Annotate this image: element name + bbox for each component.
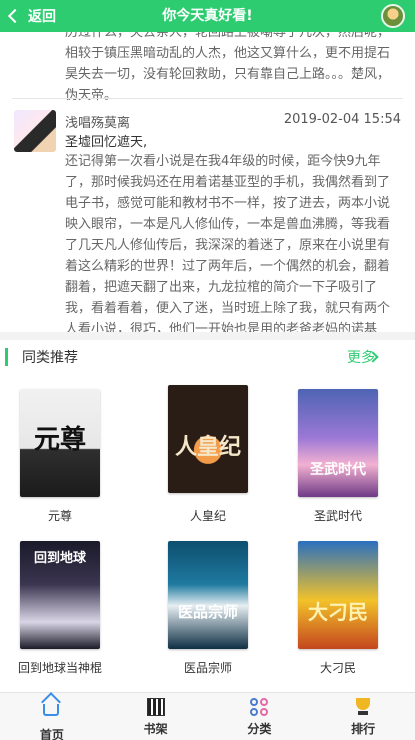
cover-title: 元尊 xyxy=(33,425,86,455)
back-button[interactable]: 返回 xyxy=(7,0,56,32)
top-bar: 你今天真好看! 返回 xyxy=(0,0,415,32)
comment-time: 2019-02-04 15:54 xyxy=(283,112,401,127)
bottom-nav: 首页 书架 分类 排行 xyxy=(0,692,415,740)
commenter-avatar[interactable] xyxy=(14,110,56,152)
commenter-name[interactable]: 浅唱殇莫离 xyxy=(65,112,130,131)
nav-category[interactable]: 分类 xyxy=(208,693,312,740)
trophy-icon xyxy=(354,698,372,716)
category-icon xyxy=(250,698,269,716)
cover-title: 圣武时代 xyxy=(310,462,366,478)
page-title: 你今天真好看! xyxy=(162,8,253,24)
book-cover[interactable]: 人皇纪 xyxy=(168,385,248,493)
book-cover[interactable]: 回到地球 xyxy=(20,541,100,649)
nav-home-label: 首页 xyxy=(39,728,64,740)
book-title[interactable]: 元尊 xyxy=(0,507,120,524)
book-title[interactable]: 医品宗师 xyxy=(148,659,268,676)
recommend-title: 同类推荐 xyxy=(22,350,78,366)
book-item[interactable]: 圣武时代 圣武时代 xyxy=(278,389,398,524)
book-title[interactable]: 人皇纪 xyxy=(148,507,268,524)
previous-comment-text: 历过什么，失去亲人，轮回路上被嘲辱了几次，然后呢，相较于镇压黑暗动乱的人杰，他这… xyxy=(65,32,391,103)
comment-divider xyxy=(12,98,403,99)
user-avatar[interactable] xyxy=(381,4,405,28)
cover-title: 大刁民 xyxy=(308,600,368,624)
section-accent-bar xyxy=(5,348,8,366)
section-divider xyxy=(0,332,415,340)
nav-rank[interactable]: 排行 xyxy=(311,693,415,740)
book-title[interactable]: 圣武时代 xyxy=(278,507,398,524)
comment-title: 圣墟回忆遮天, xyxy=(65,135,148,150)
book-cover[interactable]: 医品宗师 xyxy=(168,541,248,649)
back-label: 返回 xyxy=(28,9,56,25)
cover-title: 医品宗师 xyxy=(177,603,238,621)
book-cover[interactable]: 大刁民 xyxy=(298,541,378,649)
comment-body: 还记得第一次看小说是在我4年级的时候，距今快9九年了，那时候我妈还在用着诺基亚型… xyxy=(65,154,391,332)
book-item[interactable]: 医品宗师 医品宗师 xyxy=(148,541,268,676)
bookshelf-icon xyxy=(146,698,165,716)
book-item[interactable]: 大刁民 大刁民 xyxy=(278,541,398,676)
book-title[interactable]: 大刁民 xyxy=(278,659,398,676)
book-item[interactable]: 人皇纪 人皇纪 xyxy=(148,385,268,524)
book-cover[interactable]: 元尊 xyxy=(20,389,100,497)
recommend-header: 同类推荐 更多 xyxy=(0,340,415,374)
book-item[interactable]: 回到地球 回到地球当神棍 xyxy=(0,541,120,676)
chevron-left-icon xyxy=(7,8,23,24)
nav-bookshelf[interactable]: 书架 xyxy=(104,693,208,740)
comments-section: 历过什么，失去亲人，轮回路上被嘲辱了几次，然后呢，相较于镇压黑暗动乱的人杰，他这… xyxy=(0,32,415,332)
book-cover[interactable]: 圣武时代 xyxy=(298,389,378,497)
cover-title: 回到地球 xyxy=(33,551,86,566)
nav-category-label: 分类 xyxy=(247,722,272,736)
nav-bookshelf-label: 书架 xyxy=(143,722,168,736)
cover-title: 人皇纪 xyxy=(174,435,241,460)
nav-rank-label: 排行 xyxy=(351,722,376,736)
book-title[interactable]: 回到地球当神棍 xyxy=(0,659,120,676)
nav-home[interactable]: 首页 xyxy=(0,693,104,740)
book-item[interactable]: 元尊 元尊 xyxy=(0,389,120,524)
home-icon xyxy=(42,704,61,722)
